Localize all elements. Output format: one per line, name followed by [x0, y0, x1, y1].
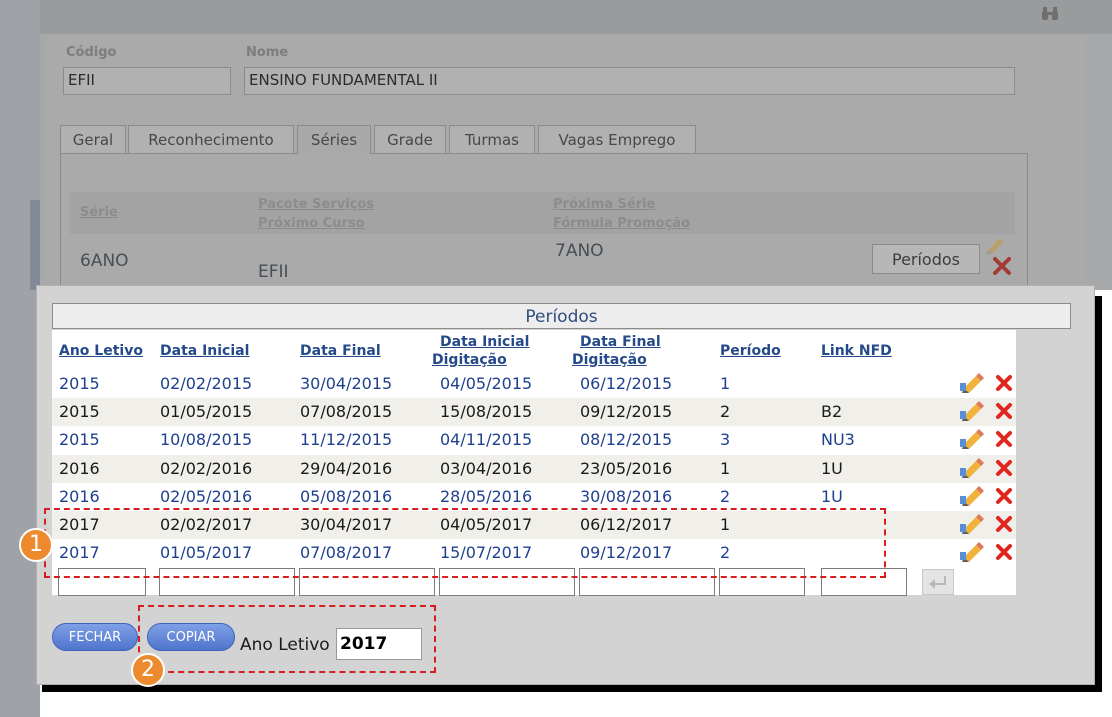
left-panel-background [0, 0, 40, 717]
cell-link-nfd: NU3 [821, 430, 855, 449]
fechar-button[interactable]: FECHAR [52, 623, 138, 651]
annotation-box-1 [44, 508, 886, 578]
col-link-nfd[interactable]: Link NFD [821, 343, 892, 360]
edit-series-icon[interactable] [984, 234, 1008, 258]
delete-x-icon[interactable] [995, 543, 1013, 565]
cell-data-final-digitacao: 30/08/2016 [580, 487, 673, 506]
col-formula-promocao[interactable]: Fórmula Promoção [553, 215, 690, 232]
cell-ano-letivo: 2015 [59, 374, 100, 393]
left-panel-strip [30, 200, 40, 290]
col-data-inicial-digitacao[interactable]: Data Inicial [440, 334, 529, 351]
col-serie[interactable]: Série [80, 204, 118, 221]
tab-vagas-emprego[interactable]: Vagas Emprego [538, 125, 696, 153]
cell-periodo: 1 [720, 374, 731, 393]
cell-data-final-digitacao: 09/12/2015 [580, 402, 673, 421]
cell-periodo: 3 [720, 430, 731, 449]
edit-pencil-icon[interactable] [960, 542, 986, 566]
edit-pencil-icon[interactable] [960, 401, 986, 425]
col-proxima-serie[interactable]: Próxima Série [553, 196, 655, 213]
delete-series-icon[interactable] [992, 256, 1012, 280]
cell-data-inicial: 02/02/2015 [160, 374, 253, 393]
col-ano-letivo[interactable]: Ano Letivo [59, 343, 143, 360]
cell-ano-letivo: 2015 [59, 402, 100, 421]
delete-x-icon[interactable] [995, 459, 1013, 481]
annotation-badge-2: 2 [131, 653, 165, 687]
annotation-box-2 [138, 605, 436, 673]
col-data-final[interactable]: Data Final [300, 343, 381, 360]
codigo-label: Código [66, 45, 117, 60]
cell-ano-letivo: 2015 [59, 430, 100, 449]
cell-data-inicial: 02/05/2016 [160, 487, 253, 506]
cell-periodo: 2 [720, 402, 731, 421]
delete-x-icon[interactable] [995, 430, 1013, 452]
cell-ano-letivo: 2016 [59, 459, 100, 478]
edit-pencil-icon[interactable] [960, 514, 986, 538]
cell-link-nfd: B2 [821, 402, 843, 421]
annotation-badge-1: 1 [19, 528, 53, 562]
cell-data-final-digitacao: 08/12/2015 [580, 430, 673, 449]
tab-geral[interactable]: Geral [60, 125, 126, 153]
delete-x-icon[interactable] [995, 402, 1013, 424]
tab-series[interactable]: Séries [297, 125, 371, 154]
edit-pencil-icon[interactable] [960, 373, 986, 397]
delete-x-icon[interactable] [995, 487, 1013, 509]
cell-data-final: 29/04/2016 [300, 459, 393, 478]
cell-data-final: 11/12/2015 [300, 430, 393, 449]
nome-label: Nome [246, 45, 289, 60]
modal-title: Períodos [52, 303, 1071, 329]
col-data-inicial-digitacao-line2[interactable]: Digitação [432, 352, 507, 369]
binoculars-icon[interactable] [1041, 6, 1059, 22]
delete-x-icon[interactable] [995, 515, 1013, 537]
nome-field[interactable]: ENSINO FUNDAMENTAL II [244, 67, 1015, 95]
cell-link-nfd: 1U [821, 487, 843, 506]
col-pacote-servicos[interactable]: Pacote Serviços [258, 196, 374, 213]
proxima-serie-value: 7ANO [555, 241, 604, 261]
cell-periodo: 1 [720, 459, 731, 478]
col-data-final-digitacao-line2[interactable]: Digitação [572, 352, 647, 369]
cell-data-final-digitacao: 06/12/2015 [580, 374, 673, 393]
col-proximo-curso[interactable]: Próximo Curso [258, 215, 365, 232]
delete-x-icon[interactable] [995, 374, 1013, 396]
cell-data-inicial-digitacao: 15/08/2015 [440, 402, 533, 421]
cell-data-final: 30/04/2015 [300, 374, 393, 393]
col-data-final-digitacao[interactable]: Data Final [580, 334, 661, 351]
periodos-button[interactable]: Períodos [872, 244, 980, 274]
cell-data-final: 05/08/2016 [300, 487, 393, 506]
cell-data-inicial: 02/02/2016 [160, 459, 253, 478]
cell-link-nfd: 1U [821, 459, 843, 478]
cell-periodo: 2 [720, 487, 731, 506]
edit-pencil-icon[interactable] [960, 429, 986, 453]
cell-data-inicial: 01/05/2015 [160, 402, 253, 421]
serie-value: 6ANO [80, 251, 129, 271]
cell-data-inicial: 10/08/2015 [160, 430, 253, 449]
cell-ano-letivo: 2016 [59, 487, 100, 506]
edit-pencil-icon[interactable] [960, 458, 986, 482]
tab-turmas[interactable]: Turmas [449, 125, 535, 153]
edit-pencil-icon[interactable] [960, 486, 986, 510]
curso-value: EFII [258, 262, 289, 282]
series-table-header [70, 192, 1015, 234]
codigo-field[interactable]: EFII [63, 67, 231, 95]
cell-data-inicial-digitacao: 28/05/2016 [440, 487, 533, 506]
tab-grade[interactable]: Grade [374, 125, 446, 153]
top-toolbar [40, 0, 1112, 34]
cell-data-final: 07/08/2015 [300, 402, 393, 421]
col-periodo[interactable]: Período [720, 343, 781, 360]
col-data-inicial[interactable]: Data Inicial [160, 343, 249, 360]
cell-data-final-digitacao: 23/05/2016 [580, 459, 673, 478]
cell-data-inicial-digitacao: 03/04/2016 [440, 459, 533, 478]
cell-data-inicial-digitacao: 04/11/2015 [440, 430, 533, 449]
tab-reconhecimento[interactable]: Reconhecimento [128, 125, 294, 153]
cell-data-inicial-digitacao: 04/05/2015 [440, 374, 533, 393]
add-row-arrow-icon[interactable] [922, 569, 954, 595]
